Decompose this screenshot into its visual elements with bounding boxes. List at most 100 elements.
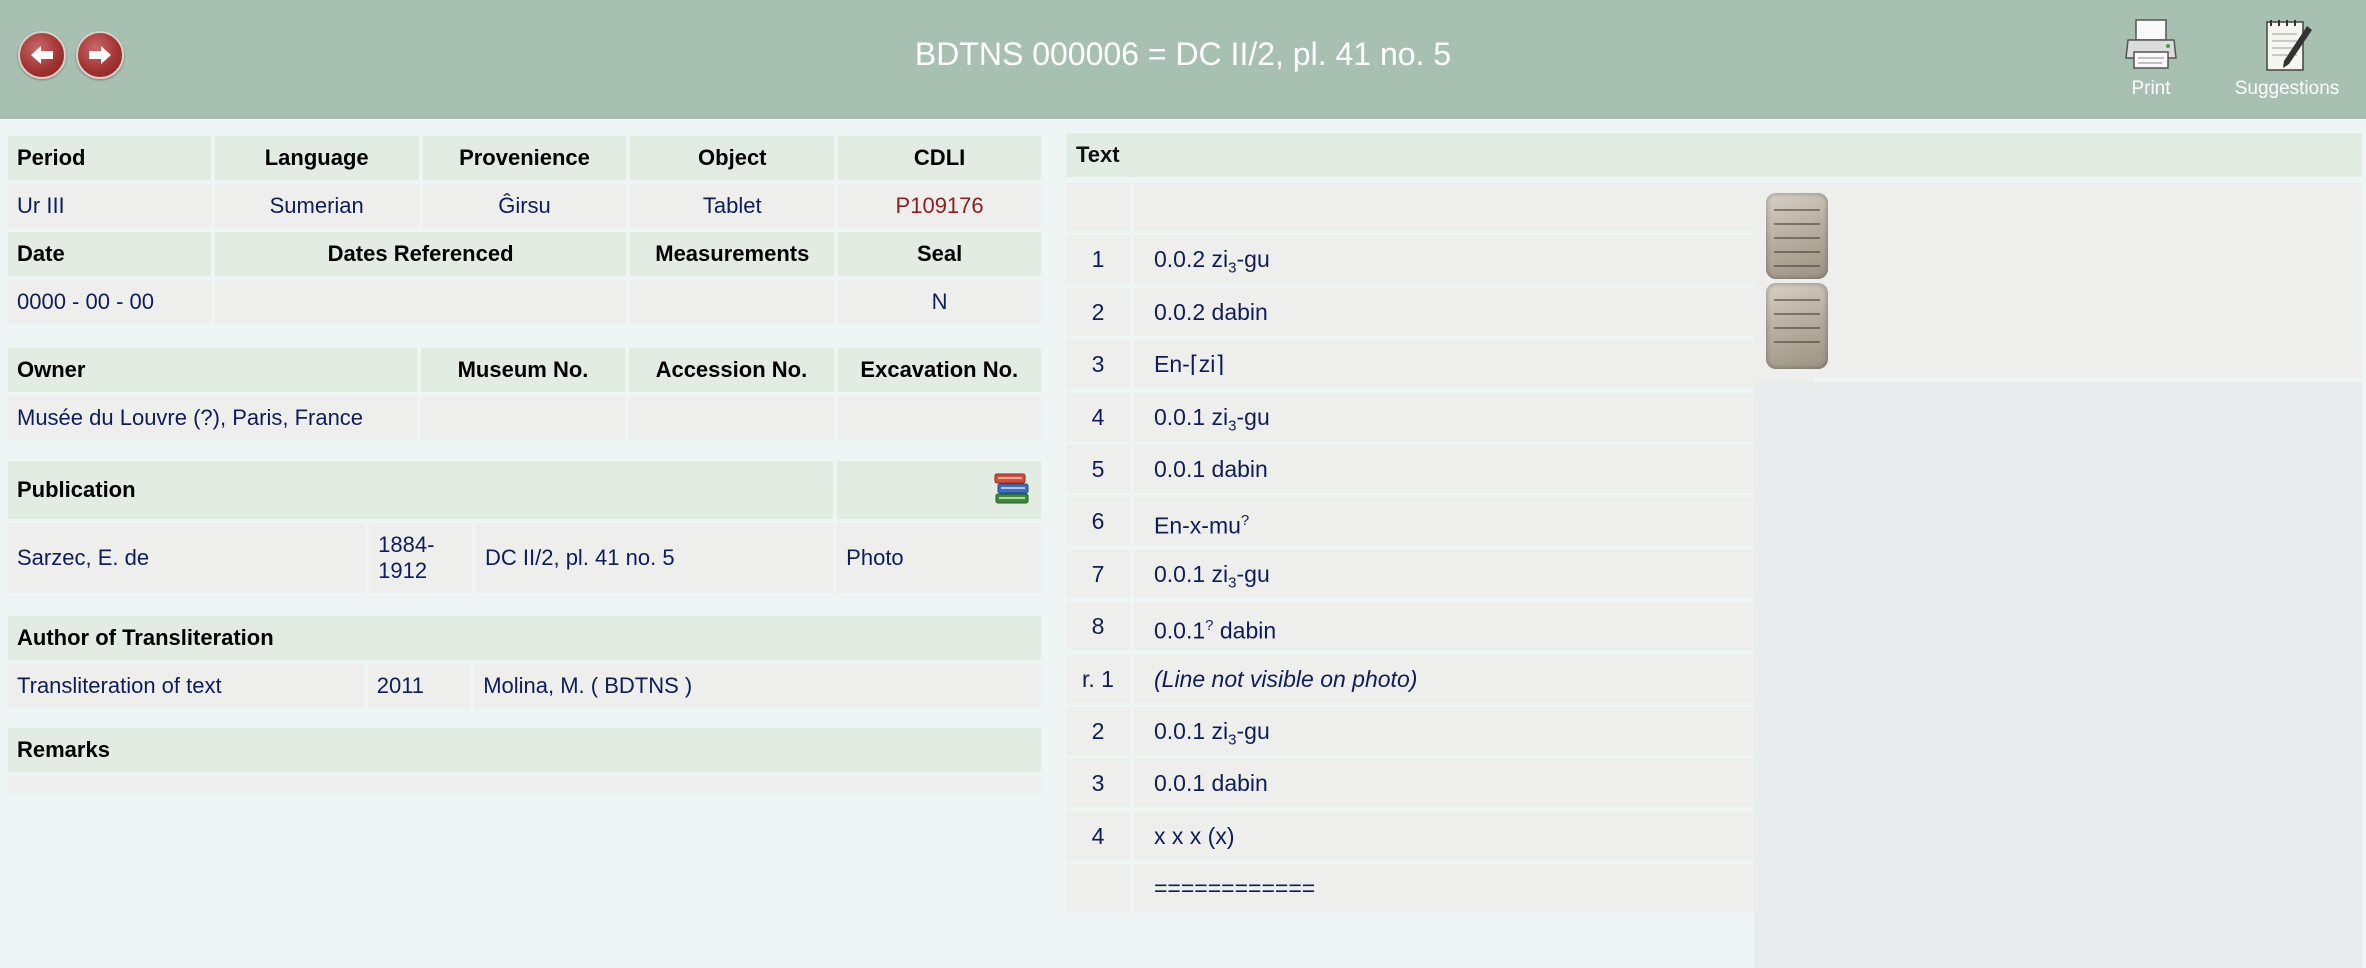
line-text-main: 0.0.1 dabin — [1154, 456, 1268, 482]
books-icon[interactable] — [992, 468, 1032, 506]
transliteration-label: Transliteration of text — [8, 664, 364, 708]
publication-reference: DC II/2, pl. 41 no. 5 — [476, 523, 834, 593]
measurements-value — [630, 280, 835, 324]
excavation-no-value — [837, 396, 1041, 440]
seal-value: N — [838, 280, 1041, 324]
owner-value: Musée du Louvre (?), Paris, France — [8, 396, 417, 440]
line-number: 7 — [1066, 550, 1130, 598]
line-number: 4 — [1066, 812, 1130, 860]
language-value: Sumerian — [214, 184, 419, 228]
line-number: 5 — [1066, 445, 1130, 493]
museum-no-value — [420, 396, 626, 440]
line-number: 1 — [1066, 235, 1130, 283]
publication-icon-cell — [837, 461, 1041, 519]
line-text: 0.0.2 zi3-gu — [1134, 235, 1814, 283]
line-text-main: 0.0.1 zi — [1154, 561, 1229, 587]
line-number: r. 1 — [1066, 655, 1130, 703]
object-value: Tablet — [630, 184, 835, 228]
page-title: BDTNS 000006 = DC II/2, pl. 41 no. 5 — [914, 36, 1452, 72]
line-text-main: 0.0.1 zi — [1154, 404, 1229, 430]
publication-years: 1884-1912 — [369, 523, 473, 593]
line-number: 6 — [1066, 497, 1130, 545]
seal-heading: Seal — [838, 232, 1041, 276]
dates-referenced-value — [214, 280, 627, 324]
excavation-no-heading: Excavation No. — [837, 348, 1041, 392]
publication-author: Sarzec, E. de — [8, 523, 366, 593]
owner-heading: Owner — [8, 348, 417, 392]
line-text-main: En-⌈zi⌉ — [1154, 351, 1225, 377]
line-text: En-x-mu? — [1134, 497, 1814, 545]
cdli-heading: CDLI — [838, 136, 1041, 180]
photo-box — [1754, 183, 2362, 378]
line-text: x x x (x) — [1134, 812, 1814, 860]
period-value: Ur III — [8, 184, 211, 228]
publication-heading: Publication — [8, 461, 834, 519]
header-bar: BDTNS 000006 = DC II/2, pl. 41 no. 5 Pri… — [0, 0, 2366, 119]
object-heading: Object — [630, 136, 835, 180]
text-panel: Text — [1066, 133, 2362, 177]
tablet-obverse-thumbnail[interactable] — [1766, 193, 1828, 279]
line-subscript: 3 — [1228, 574, 1237, 592]
accession-no-heading: Accession No. — [629, 348, 834, 392]
remarks-heading: Remarks — [8, 728, 1041, 772]
date-heading: Date — [8, 232, 211, 276]
line-text-suffix: dabin — [1213, 617, 1277, 644]
line-text-main: ============ — [1154, 875, 1316, 901]
line-text: 0.0.1 dabin — [1134, 445, 1814, 493]
line-text: (Line not visible on photo) — [1134, 655, 1814, 703]
line-text-main: x x x (x) — [1154, 823, 1235, 849]
line-text-main: En-x-mu — [1154, 512, 1241, 539]
photo-area — [1754, 382, 2362, 968]
language-heading: Language — [214, 136, 419, 180]
line-number: 4 — [1066, 393, 1130, 441]
line-number: 8 — [1066, 602, 1130, 650]
line-text-main: 0.0.1 dabin — [1154, 770, 1268, 796]
suggestions-label: Suggestions — [2234, 78, 2340, 99]
line-text: 0.0.2 dabin — [1134, 288, 1814, 336]
line-text-suffix: -gu — [1236, 718, 1270, 744]
transliteration-year: 2011 — [367, 664, 471, 708]
line-text: En-⌈zi⌉ — [1134, 340, 1814, 388]
line-number — [1066, 183, 1130, 231]
line-text: ============ — [1134, 864, 1814, 912]
line-text-main: 0.0.2 zi — [1154, 246, 1229, 272]
tablet-reverse-thumbnail[interactable] — [1766, 283, 1828, 369]
line-number: 2 — [1066, 707, 1130, 755]
accession-no-value — [629, 396, 834, 440]
line-text-suffix: -gu — [1236, 404, 1270, 430]
line-text: 0.0.1? dabin — [1134, 602, 1814, 650]
publication-years-text: 1884-1912 — [378, 532, 435, 583]
line-text: 0.0.1 zi3-gu — [1134, 393, 1814, 441]
line-subscript: 3 — [1228, 731, 1237, 749]
line-text-suffix: -gu — [1236, 246, 1270, 272]
line-text-main: (Line not visible on photo) — [1154, 666, 1418, 692]
suggestions-button[interactable]: Suggestions — [2232, 16, 2342, 100]
line-subscript: 3 — [1228, 417, 1237, 435]
transliteration-author-table: Author of Transliteration Transliteratio… — [4, 612, 1045, 712]
remarks-table: Remarks — [4, 724, 1045, 798]
line-subscript: 3 — [1228, 259, 1237, 277]
line-text: 0.0.1 zi3-gu — [1134, 707, 1814, 755]
publication-photo: Photo — [837, 523, 1041, 593]
transliteration-author: Molina, M. ( BDTNS ) — [474, 664, 1041, 708]
line-text-suffix: -gu — [1236, 561, 1270, 587]
line-number: 3 — [1066, 340, 1130, 388]
line-number — [1066, 864, 1130, 912]
printer-icon — [2125, 19, 2177, 69]
museum-no-heading: Museum No. — [420, 348, 626, 392]
cdli-link[interactable]: P109176 — [838, 184, 1041, 228]
measurements-heading: Measurements — [630, 232, 835, 276]
line-number: 2 — [1066, 288, 1130, 336]
line-text: 0.0.1 zi3-gu — [1134, 550, 1814, 598]
print-label: Print — [2131, 78, 2171, 99]
basic-info-table: Period Language Provenience Object CDLI … — [4, 132, 1045, 328]
line-superscript: ? — [1205, 617, 1214, 634]
provenience-heading: Provenience — [422, 136, 627, 180]
line-text-main: 0.0.1 — [1154, 617, 1206, 644]
text-heading: Text — [1066, 133, 2362, 177]
line-text-main: 0.0.2 dabin — [1154, 299, 1268, 325]
dates-referenced-heading: Dates Referenced — [214, 232, 627, 276]
line-number: 3 — [1066, 759, 1130, 807]
print-button[interactable]: Print — [2122, 16, 2180, 100]
owner-table: Owner Museum No. Accession No. Excavatio… — [4, 344, 1045, 444]
